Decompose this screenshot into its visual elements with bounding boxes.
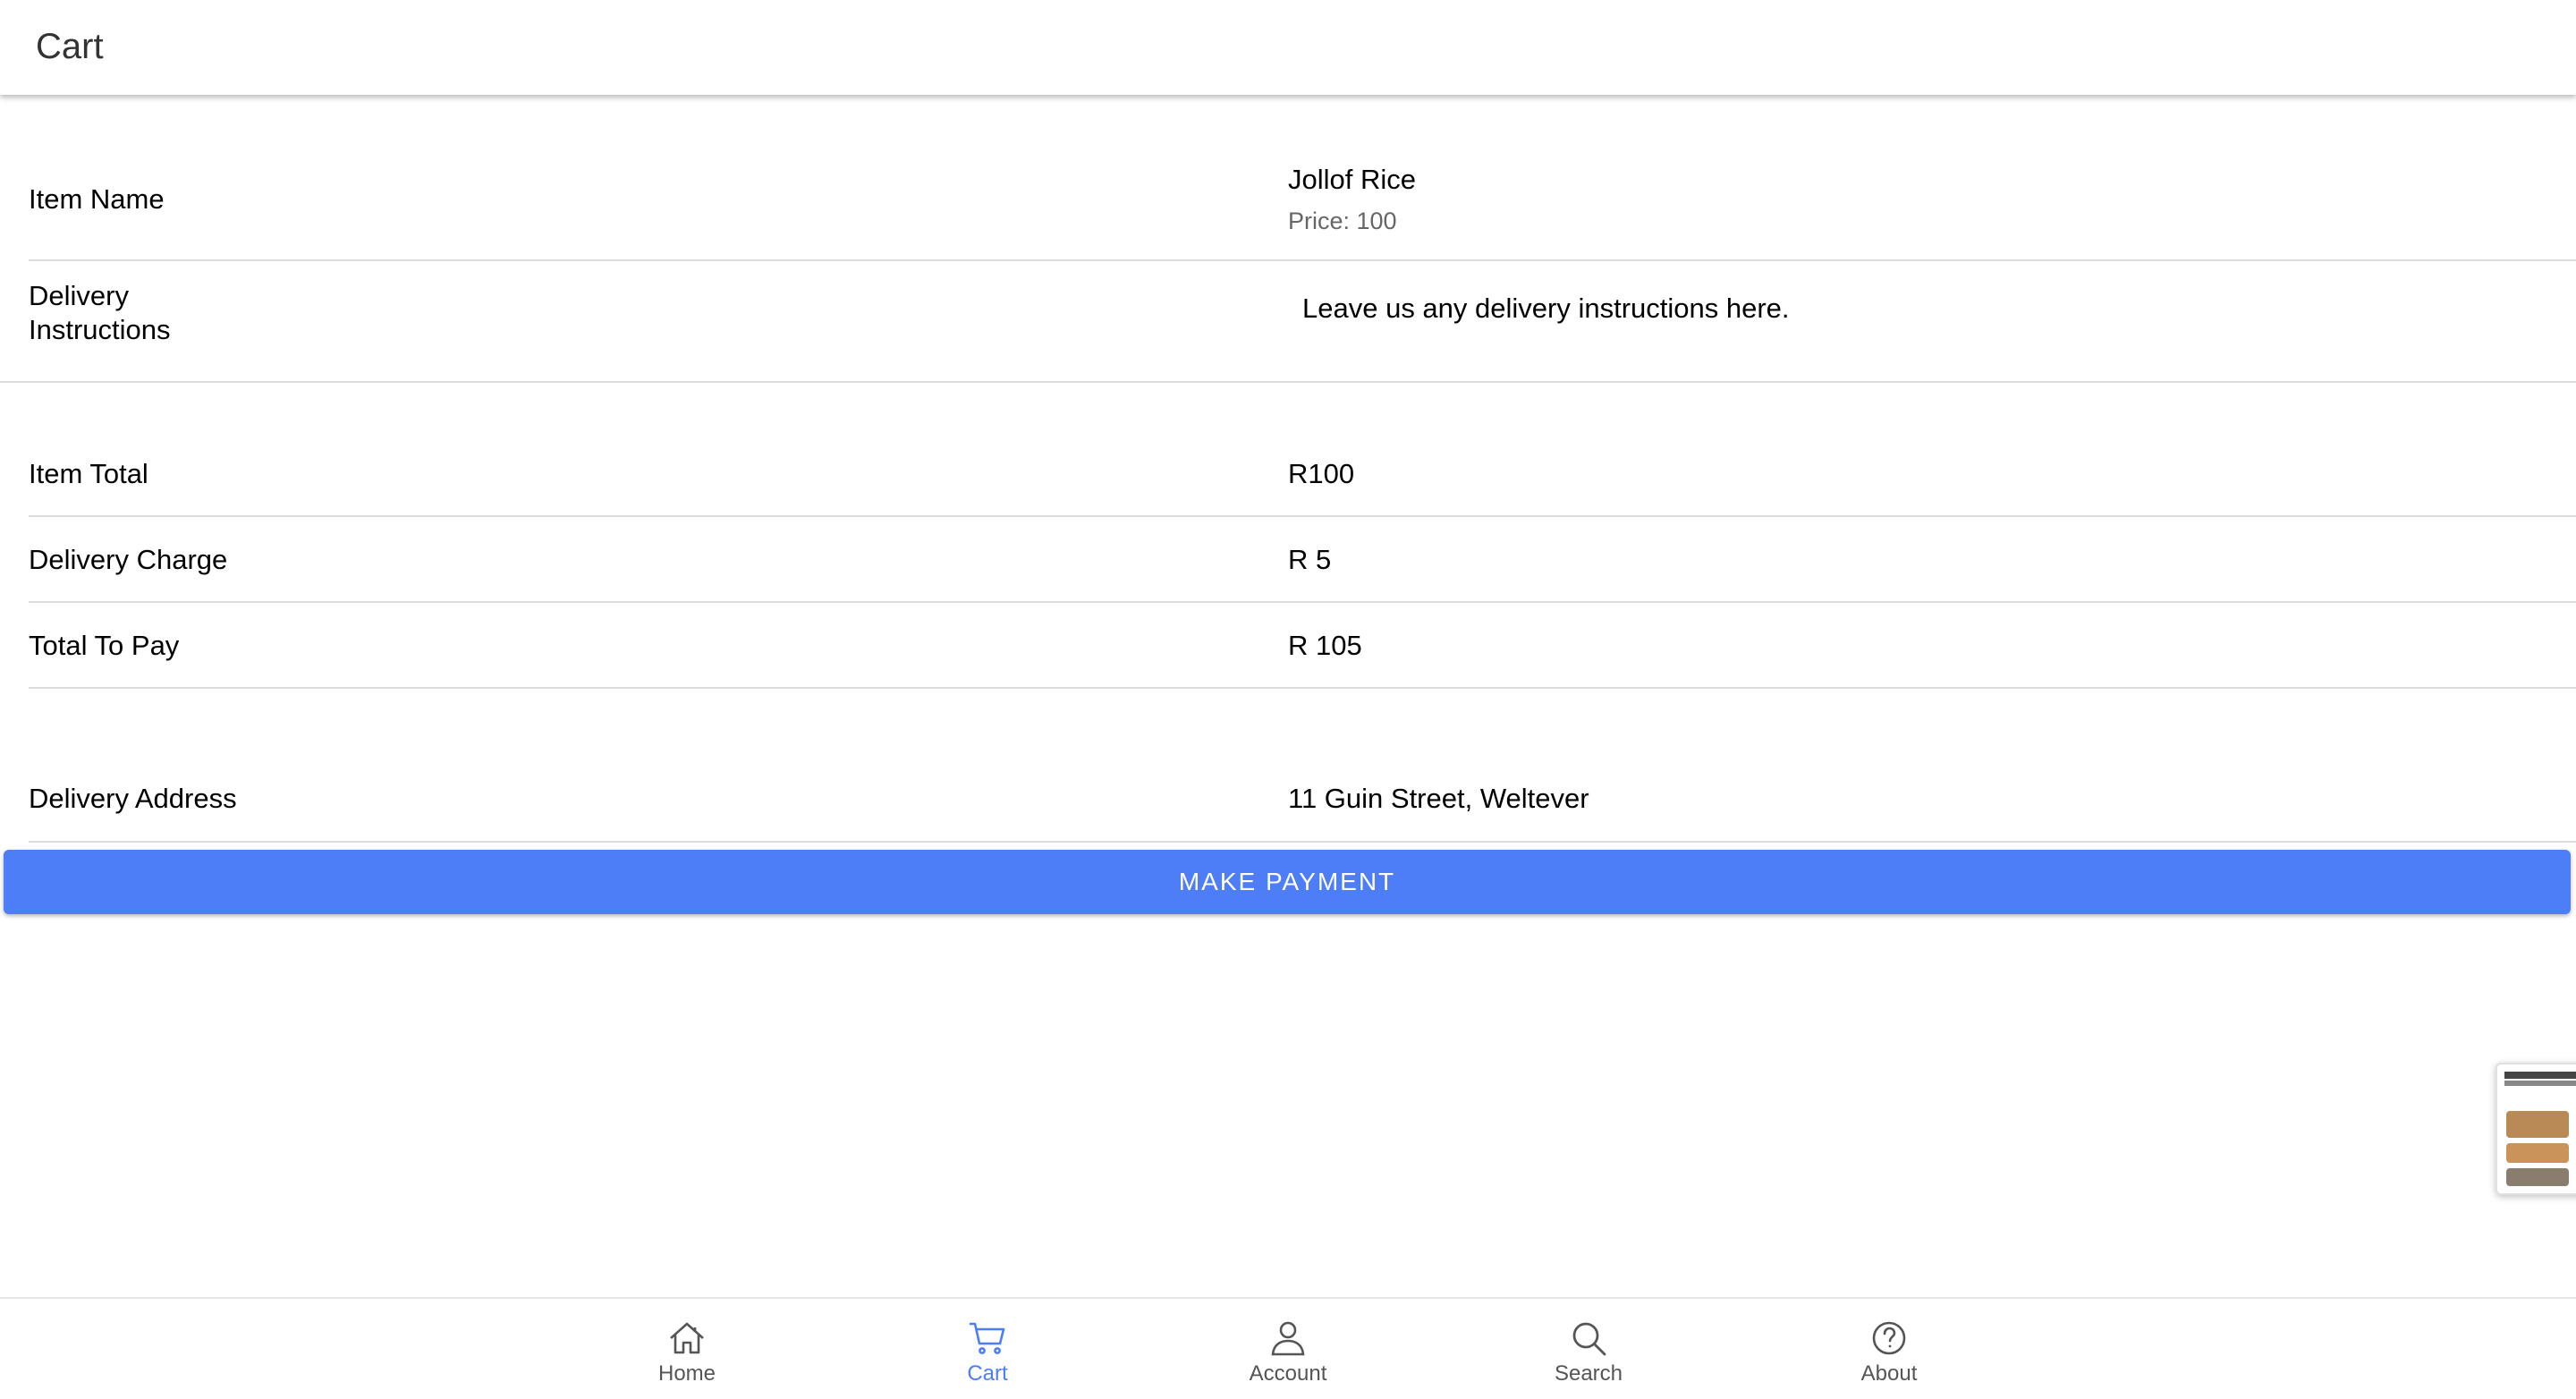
delivery-instructions-label-line2: Instructions — [29, 314, 171, 345]
total-value: R 105 — [1288, 630, 1362, 661]
delivery-instructions-input[interactable]: Leave us any delivery instructions here. — [1302, 292, 1790, 326]
delivery-charge-row: Delivery Charge R 5 — [29, 517, 2576, 603]
delivery-instructions-row: Delivery Instructions Leave us any deliv… — [29, 261, 2576, 381]
nav-item-account[interactable]: Account — [1199, 1299, 1377, 1399]
nav-label-home: Home — [657, 1361, 716, 1386]
item-total-value: R100 — [1288, 458, 1355, 489]
total-row: Total To Pay R 105 — [29, 603, 2576, 689]
thumbnail-food-image-2 — [2506, 1143, 2569, 1163]
thumbnail-subheader-bar — [2504, 1081, 2576, 1086]
section-divider — [0, 381, 2576, 383]
delivery-charge-value: R 5 — [1288, 544, 1332, 575]
delivery-address-value: 11 Guin Street, Weltever — [1288, 783, 1589, 814]
make-payment-button[interactable]: MAKE PAYMENT — [4, 850, 2571, 914]
nav-item-about[interactable]: About — [1800, 1299, 1979, 1399]
item-price: Price: 100 — [1288, 208, 1397, 234]
item-name-value: Jollof Rice — [1288, 164, 1416, 195]
nav-item-home[interactable]: Home — [597, 1299, 776, 1399]
page-title: Cart — [36, 27, 104, 66]
thumbnail-food-image-1 — [2506, 1111, 2569, 1138]
thumbnail-header-bar — [2504, 1072, 2576, 1079]
delivery-address-row: Delivery Address 11 Guin Street, Welteve… — [29, 766, 2576, 843]
delivery-charge-label: Delivery Charge — [29, 544, 228, 575]
bottom-navigation: Home Cart Account Search About — [0, 1297, 2576, 1399]
nav-label-about: About — [1860, 1361, 1918, 1386]
search-icon — [1572, 1322, 1606, 1356]
person-icon — [1271, 1321, 1305, 1356]
delivery-address-label: Delivery Address — [29, 783, 237, 814]
nav-label-cart: Cart — [967, 1361, 1008, 1386]
item-row: Item Name Jollof Rice Price: 100 — [29, 150, 2576, 261]
nav-item-search[interactable]: Search — [1499, 1299, 1678, 1399]
nav-label-search: Search — [1554, 1361, 1623, 1386]
nav-label-account: Account — [1249, 1361, 1327, 1386]
home-icon — [670, 1322, 704, 1354]
cart-page: Cart Item Name Jollof Rice Price: 100 De… — [0, 0, 2576, 1399]
nav-item-cart[interactable]: Cart — [898, 1299, 1077, 1399]
delivery-instructions-label-line1: Delivery — [29, 280, 129, 311]
cart-icon — [969, 1322, 1005, 1354]
help-circle-icon — [1872, 1321, 1906, 1355]
item-total-label: Item Total — [29, 458, 148, 489]
item-total-row: Item Total R100 — [29, 437, 2576, 517]
app-header: Cart — [0, 0, 2576, 95]
total-label: Total To Pay — [29, 630, 180, 661]
thumbnail-food-image-3 — [2506, 1168, 2569, 1186]
item-name-label: Item Name — [29, 183, 165, 215]
app-preview-thumbnail[interactable] — [2496, 1063, 2576, 1195]
